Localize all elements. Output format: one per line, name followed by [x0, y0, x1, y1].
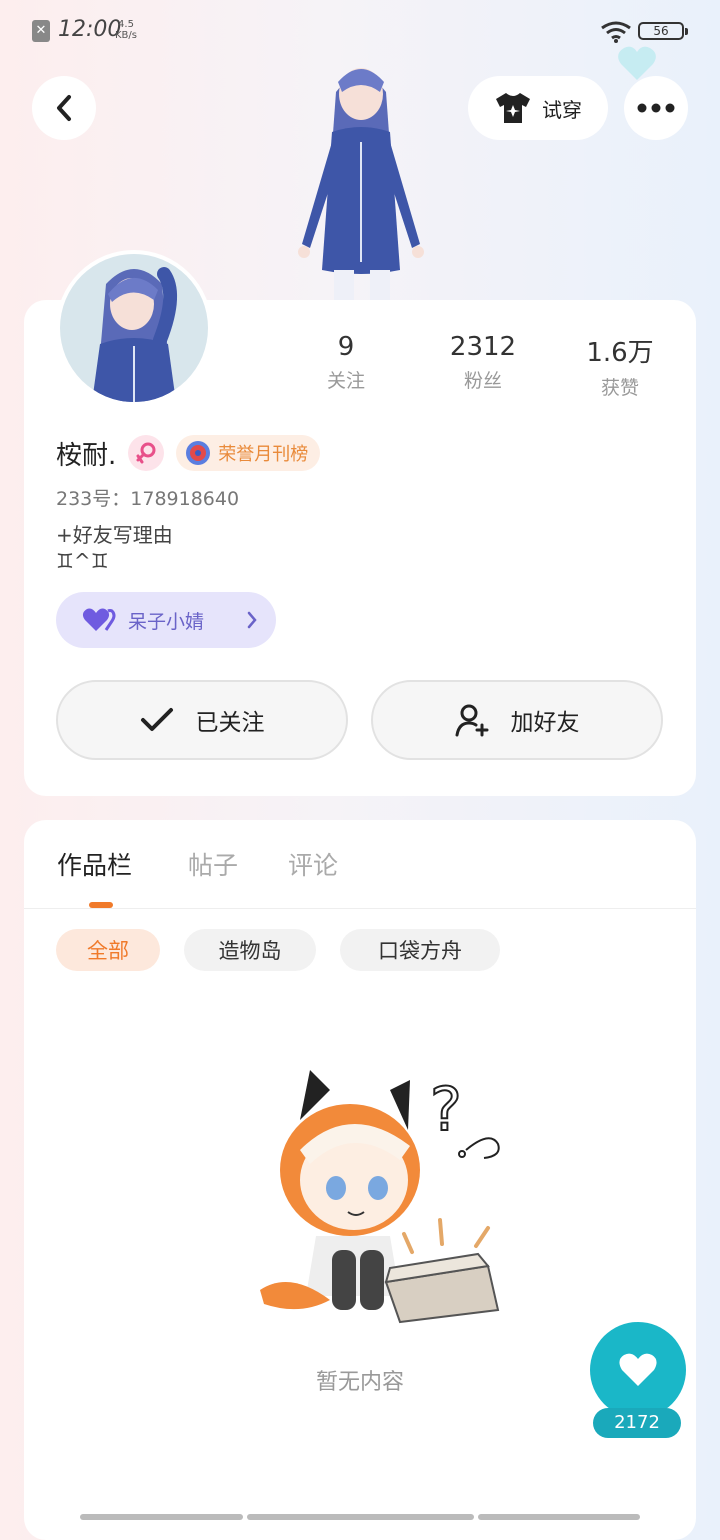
battery-indicator: 56	[638, 22, 688, 40]
chevron-right-icon	[247, 611, 257, 629]
username: 桉耐.	[56, 440, 117, 471]
followed-button[interactable]: 已关注	[56, 680, 348, 760]
relation-label: 呆子小婧	[128, 610, 205, 633]
stat-following[interactable]: 9 关注	[286, 332, 406, 393]
username-row: 桉耐. 荣誉月刊榜	[56, 432, 321, 474]
like-fab-button[interactable]	[590, 1322, 686, 1418]
relation-tag[interactable]: 呆子小婧	[56, 592, 276, 648]
filter-creation-island[interactable]: 造物岛	[184, 929, 316, 971]
user-id: 233号：178918640	[56, 488, 240, 510]
sim-status-icon: ✕	[32, 20, 50, 42]
honor-badge[interactable]: 荣誉月刊榜	[176, 435, 321, 471]
clock: 12:00	[58, 17, 122, 42]
back-button[interactable]	[32, 76, 96, 140]
honor-medal-icon	[186, 441, 211, 465]
bio: +好友写理由 ♊^♊	[56, 523, 173, 573]
avatar-image	[92, 267, 178, 402]
stat-likes[interactable]: 1.6万 获赞	[560, 332, 680, 400]
tab-comments[interactable]: 评论	[288, 846, 338, 882]
check-icon	[140, 708, 173, 731]
character-illustration	[288, 62, 434, 302]
status-bar: ✕ 12:00 4.5 KB/s 56	[0, 0, 720, 64]
empty-state-illustration: ?	[240, 1060, 510, 1330]
add-friend-icon	[455, 704, 488, 737]
scroll-indicator	[478, 1514, 640, 1520]
try-on-button[interactable]: 试穿	[468, 76, 608, 140]
avatar[interactable]	[56, 250, 212, 406]
network-speed: 4.5 KB/s	[115, 19, 137, 41]
filter-all[interactable]: 全部	[56, 929, 160, 971]
divider	[24, 908, 696, 909]
heart-icon	[619, 1353, 657, 1386]
scroll-indicator	[247, 1514, 474, 1520]
svg-text:?: ?	[430, 1075, 462, 1145]
scroll-indicator	[80, 1514, 243, 1520]
gender-female-icon	[128, 435, 165, 471]
more-dots-icon	[637, 103, 675, 113]
filter-pocket-ark[interactable]: 口袋方舟	[340, 929, 500, 971]
chevron-left-icon	[57, 95, 71, 121]
stat-followers[interactable]: 2312 粉丝	[423, 332, 543, 393]
tab-posts[interactable]: 帖子	[188, 846, 238, 882]
tab-works[interactable]: 作品栏	[57, 846, 132, 882]
try-on-label: 试穿	[542, 97, 582, 122]
add-friend-button[interactable]: 加好友	[371, 680, 663, 760]
like-count: 2172	[593, 1408, 681, 1438]
couple-heart-icon	[82, 608, 116, 631]
tshirt-sparkle-icon	[496, 93, 530, 123]
more-button[interactable]	[624, 76, 688, 140]
